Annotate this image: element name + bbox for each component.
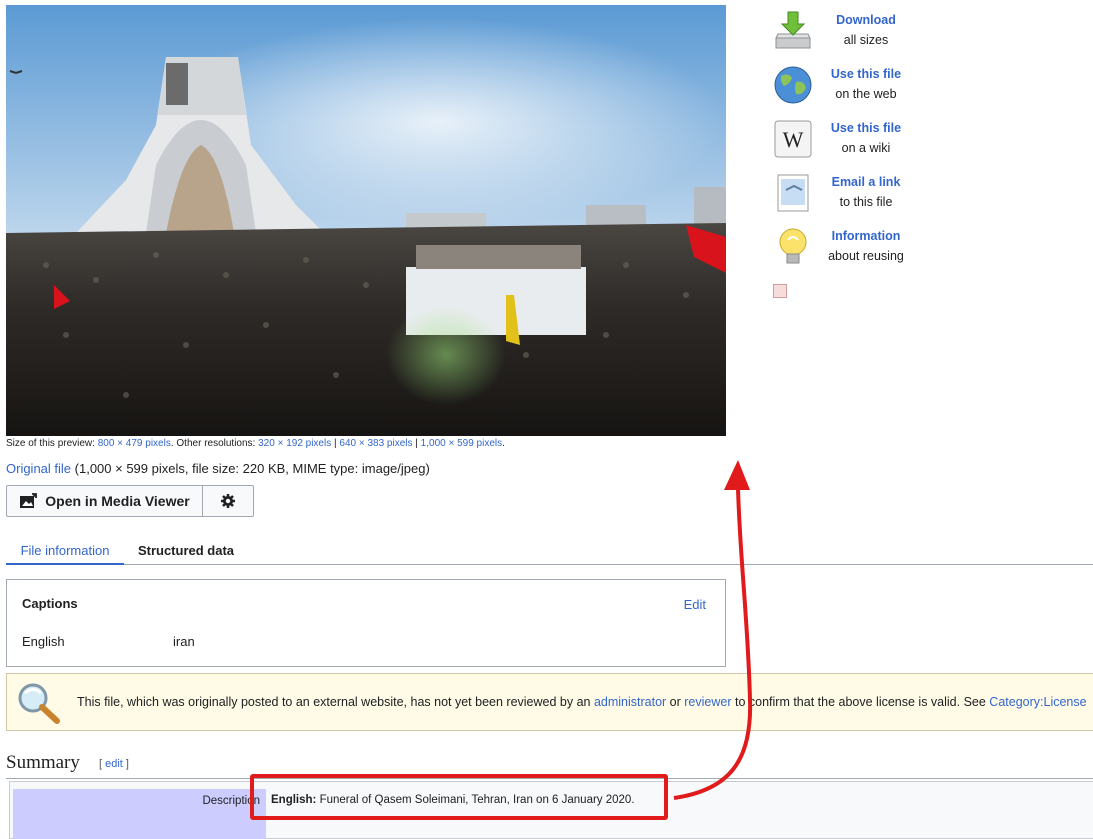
category-license-link[interactable]: Category:License <box>989 695 1086 709</box>
download-icon <box>775 11 811 49</box>
open-media-viewer-label: Open in Media Viewer <box>45 493 190 509</box>
email-link-sub-label: to this file <box>839 195 893 209</box>
media-viewer-settings-button[interactable] <box>203 485 254 517</box>
email-link-label[interactable]: Email a link <box>816 172 916 192</box>
broken-image-icon <box>773 284 787 298</box>
caption-value: iran <box>173 634 195 649</box>
use-wiki-label[interactable]: Use this file <box>816 118 916 138</box>
image-icon <box>20 493 38 508</box>
tab-file-information[interactable]: File information <box>6 538 124 565</box>
information-label[interactable]: Information <box>816 226 916 246</box>
annotation-highlight-box <box>250 774 668 820</box>
reviewer-link[interactable]: reviewer <box>684 695 731 709</box>
administrator-link[interactable]: administrator <box>594 695 666 709</box>
captions-box: Captions Edit English iran <box>6 579 726 667</box>
file-page-tabs: File information Structured data <box>6 538 1093 565</box>
information-reusing-item[interactable]: Information about reusing <box>768 222 928 276</box>
email-icon <box>777 174 809 212</box>
download-sub-label: all sizes <box>843 33 889 47</box>
resolution-link-640[interactable]: 640 × 383 pixels <box>339 438 412 449</box>
use-wiki-sub-label: on a wiki <box>841 141 891 155</box>
preview-size-prefix: Size of this preview: <box>6 438 98 449</box>
svg-text:W: W <box>783 127 804 152</box>
email-link-item[interactable]: Email a link to this file <box>768 168 928 222</box>
open-media-viewer-button[interactable]: Open in Media Viewer <box>6 485 203 517</box>
other-resolutions-label: . Other resolutions: <box>170 438 259 449</box>
original-file-line: Original file (1,000 × 599 pixels, file … <box>6 461 430 476</box>
description-label-cell: Description <box>13 789 266 839</box>
notice-text-part: This file, which was originally posted t… <box>77 695 594 709</box>
summary-edit-section: [ edit ] <box>99 758 129 770</box>
notice-text: This file, which was originally posted t… <box>77 695 1087 709</box>
wiki-icon: W <box>774 120 812 158</box>
original-file-info: (1,000 × 599 pixels, file size: 220 KB, … <box>71 461 430 476</box>
use-file-web-item[interactable]: Use this file on the web <box>768 60 928 114</box>
preview-size-line: Size of this preview: 800 × 479 pixels. … <box>6 438 505 449</box>
license-review-notice: This file, which was originally posted t… <box>6 673 1093 731</box>
separator: | <box>412 438 421 449</box>
magnifier-icon <box>18 683 60 724</box>
original-file-link[interactable]: Original file <box>6 461 71 476</box>
captions-edit-link[interactable]: Edit <box>684 597 706 612</box>
captions-title: Captions <box>22 596 78 611</box>
preview-size-link[interactable]: 800 × 479 pixels <box>98 438 171 449</box>
download-label[interactable]: Download <box>816 10 916 30</box>
lightbulb-icon <box>779 228 807 264</box>
globe-icon <box>774 66 812 104</box>
download-all-sizes-item[interactable]: Download all sizes <box>768 6 928 60</box>
gear-icon <box>221 494 235 508</box>
edit-bracket: ] <box>122 758 129 770</box>
summary-title: Summary <box>6 752 80 773</box>
summary-edit-link[interactable]: edit <box>105 758 123 770</box>
file-actions-panel: Download all sizes Use this file on the … <box>768 6 928 276</box>
use-web-label[interactable]: Use this file <box>816 64 916 84</box>
period: . <box>502 438 505 449</box>
tab-structured-data[interactable]: Structured data <box>132 538 240 565</box>
information-sub-label: about reusing <box>828 249 904 263</box>
use-web-sub-label: on the web <box>835 87 897 101</box>
file-preview-image[interactable] <box>6 5 726 436</box>
use-file-wiki-item[interactable]: W Use this file on a wiki <box>768 114 928 168</box>
resolution-link-320[interactable]: 320 × 192 pixels <box>258 438 331 449</box>
media-viewer-button-group: Open in Media Viewer <box>6 485 254 517</box>
notice-text-part: or <box>666 695 685 709</box>
caption-language: English <box>22 634 65 649</box>
notice-text-part: to confirm that the above license is val… <box>731 695 990 709</box>
resolution-link-1000[interactable]: 1,000 × 599 pixels <box>421 438 502 449</box>
